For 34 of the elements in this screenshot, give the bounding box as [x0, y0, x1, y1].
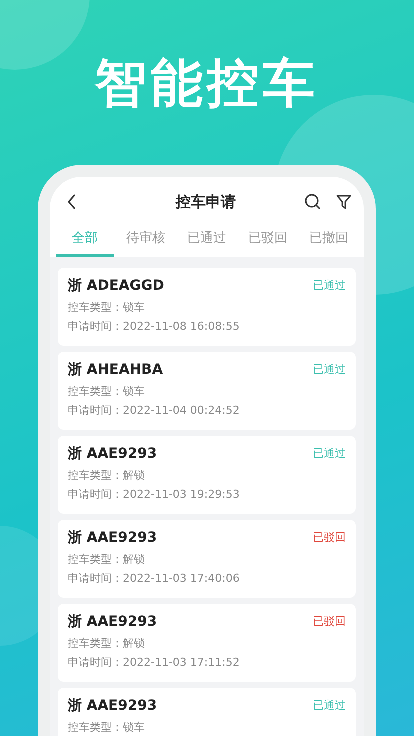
plate-number: 浙 AAE9293	[68, 697, 158, 716]
request-card[interactable]: 浙 AAE9293 已驳回 控车类型：解锁 申请时间：2022-11-03 17:11:52	[58, 604, 356, 682]
status-label: 已通过	[313, 699, 346, 713]
status-label: 已通过	[313, 447, 346, 461]
control-type: 控车类型：解锁	[68, 637, 146, 651]
control-type: 控车类型：解锁	[68, 469, 146, 483]
request-time: 申请时间：2022-11-08 16:08:55	[68, 320, 241, 334]
plate-number: 浙 ADEAGGD	[68, 277, 164, 296]
request-card[interactable]: 浙 AAE9293 已通过 控车类型：锁车	[58, 688, 356, 736]
request-time: 申请时间：2022-11-04 00:24:52	[68, 404, 241, 418]
request-card[interactable]: 浙 AAE9293 已通过 控车类型：解锁 申请时间：2022-11-03 19:29:53	[58, 436, 356, 514]
plate-number: 浙 AAE9293	[68, 529, 158, 548]
plate-number: 浙 AHEAHBA	[68, 361, 164, 380]
filter-icon[interactable]	[336, 194, 352, 210]
request-card[interactable]: 浙 AHEAHBA 已通过 控车类型：锁车 申请时间：2022-11-04 00:24:52	[58, 352, 356, 430]
control-type: 控车类型：锁车	[68, 301, 146, 315]
request-card[interactable]: 浙 ADEAGGD 已通过 控车类型：锁车 申请时间：2022-11-08 16:08:55	[58, 268, 356, 346]
back-icon[interactable]	[66, 194, 78, 210]
headline: 智能控车	[95, 58, 319, 110]
request-time: 申请时间：2022-11-03 19:29:53	[68, 488, 241, 502]
control-type: 控车类型：解锁	[68, 553, 146, 567]
search-icon[interactable]	[304, 193, 322, 211]
plate-number: 浙 AAE9293	[68, 613, 158, 632]
status-label: 已通过	[313, 363, 346, 377]
status-label: 已驳回	[313, 615, 346, 629]
plate-number: 浙 AAE9293	[68, 445, 158, 464]
control-type: 控车类型：锁车	[68, 385, 146, 399]
status-label: 已通过	[313, 279, 346, 293]
control-type: 控车类型：锁车	[68, 721, 146, 735]
status-label: 已驳回	[313, 531, 346, 545]
request-time: 申请时间：2022-11-03 17:11:52	[68, 656, 241, 670]
request-card[interactable]: 浙 AAE9293 已驳回 控车类型：解锁 申请时间：2022-11-03 17:40:06	[58, 520, 356, 598]
screen-title: 控车申请	[176, 192, 236, 213]
request-time: 申请时间：2022-11-03 17:40:06	[68, 572, 241, 586]
